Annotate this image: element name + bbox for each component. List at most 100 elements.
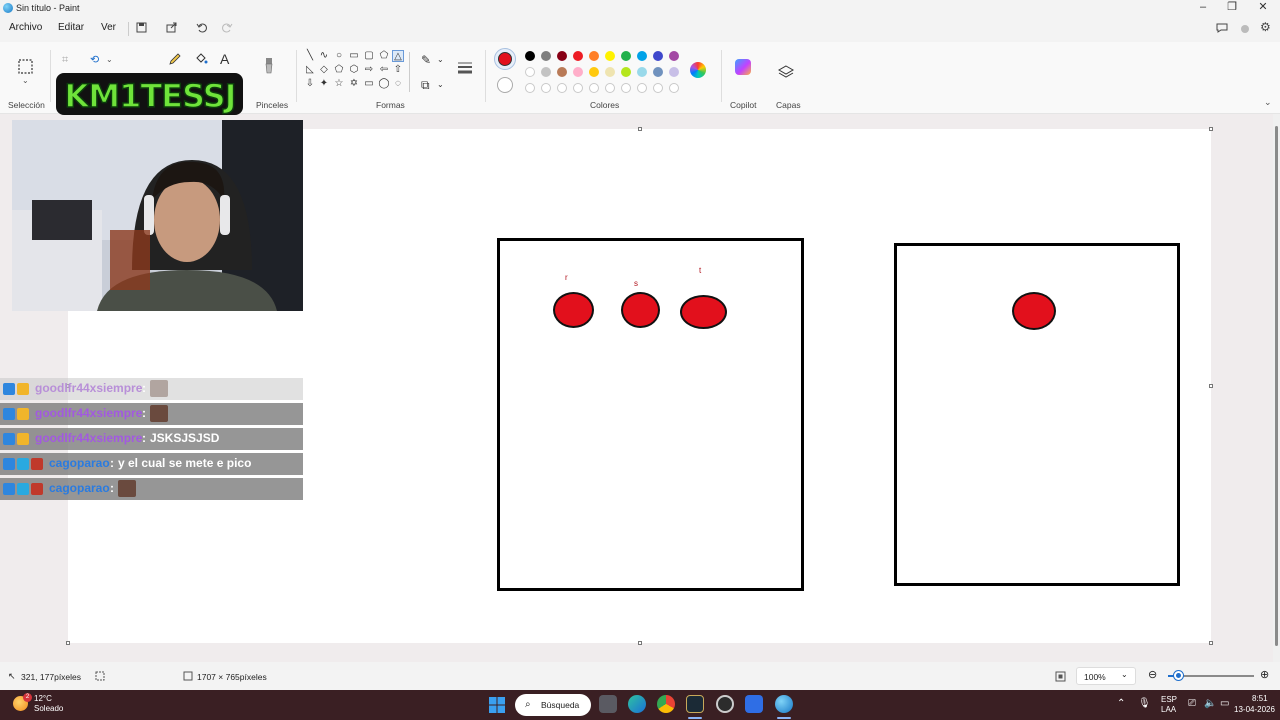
right-triangle-shape-icon[interactable]: ◺ bbox=[304, 64, 316, 76]
palette-swatch[interactable] bbox=[653, 67, 663, 77]
palette-swatch[interactable] bbox=[621, 67, 631, 77]
clock-date[interactable]: 13-04-2026 bbox=[1234, 705, 1275, 714]
zoom-dropdown[interactable]: 100% ⌄ bbox=[1076, 667, 1136, 685]
palette-swatch[interactable] bbox=[541, 67, 551, 77]
palette-swatch[interactable] bbox=[605, 51, 615, 61]
layers-icon[interactable] bbox=[778, 64, 794, 80]
gallery-scrollbar[interactable] bbox=[409, 52, 410, 92]
up-arrow-shape-icon[interactable]: ⇧ bbox=[392, 64, 404, 76]
hexagon-shape-icon[interactable]: ⬡ bbox=[348, 64, 360, 76]
custom-color-slot[interactable] bbox=[557, 83, 567, 93]
palette-swatch[interactable] bbox=[525, 67, 535, 77]
palette-swatch[interactable] bbox=[557, 51, 567, 61]
six-point-star-shape-icon[interactable]: ✡ bbox=[348, 78, 360, 90]
text-tool-icon[interactable]: A bbox=[220, 51, 229, 67]
custom-color-slot[interactable] bbox=[621, 83, 631, 93]
rotate-icon[interactable]: ⟲ bbox=[90, 52, 99, 68]
network-icon[interactable]: ⎚ bbox=[1188, 698, 1196, 709]
menu-editar[interactable]: Editar bbox=[58, 22, 84, 33]
palette-swatch[interactable] bbox=[525, 51, 535, 61]
fill-chevron-icon[interactable]: ⌄ bbox=[437, 77, 444, 93]
resize-handle-top[interactable] bbox=[638, 127, 642, 131]
palette-swatch[interactable] bbox=[653, 51, 663, 61]
brush-icon[interactable] bbox=[262, 57, 276, 75]
windows-start-icon[interactable] bbox=[489, 697, 505, 713]
copilot-icon[interactable] bbox=[735, 59, 751, 75]
resize-handle-bottom-right[interactable] bbox=[1209, 641, 1213, 645]
left-arrow-shape-icon[interactable]: ⇦ bbox=[378, 64, 390, 76]
maximize-button[interactable]: ❐ bbox=[1215, 0, 1249, 16]
zoom-out-icon[interactable]: ⊖ bbox=[1148, 668, 1157, 681]
rounded-rect-shape-icon[interactable]: ▢ bbox=[363, 50, 375, 62]
callout-oval-shape-icon[interactable]: ◯ bbox=[378, 78, 390, 90]
palette-swatch[interactable] bbox=[605, 67, 615, 77]
callout-cloud-shape-icon[interactable]: ◌ bbox=[392, 78, 404, 90]
paint-taskbar-icon[interactable] bbox=[775, 695, 793, 713]
custom-color-slot[interactable] bbox=[589, 83, 599, 93]
stroke-size-icon[interactable] bbox=[456, 60, 474, 74]
account-icon[interactable] bbox=[1241, 25, 1249, 33]
palette-swatch[interactable] bbox=[589, 67, 599, 77]
line-shape-icon[interactable]: ╲ bbox=[304, 50, 316, 62]
tray-chevron-icon[interactable]: ⌃ bbox=[1117, 698, 1125, 709]
resize-handle-bottom[interactable] bbox=[638, 641, 642, 645]
obs-icon[interactable] bbox=[716, 695, 734, 713]
zoom-slider-knob[interactable] bbox=[1174, 671, 1184, 680]
undo-icon[interactable] bbox=[196, 22, 207, 33]
fit-to-window-icon[interactable] bbox=[1055, 671, 1066, 682]
palette-swatch[interactable] bbox=[669, 67, 679, 77]
palette-swatch[interactable] bbox=[557, 67, 567, 77]
redo-icon[interactable] bbox=[222, 22, 233, 33]
selection-rect-icon[interactable] bbox=[18, 59, 34, 75]
polygon-shape-icon[interactable]: ⬠ bbox=[378, 50, 390, 62]
battery-icon[interactable]: ▭ bbox=[1220, 698, 1229, 709]
edge-icon[interactable] bbox=[628, 695, 646, 713]
menu-archivo[interactable]: Archivo bbox=[9, 22, 42, 33]
palette-swatch[interactable] bbox=[637, 67, 647, 77]
rectangle-shape-icon[interactable]: ▭ bbox=[348, 50, 360, 62]
image-chevron-icon[interactable]: ⌄ bbox=[106, 52, 113, 68]
microphone-icon[interactable]: 🎙 bbox=[1138, 698, 1151, 709]
triangle-shape-icon[interactable]: △ bbox=[392, 50, 404, 62]
fill-icon[interactable]: ⧉ bbox=[421, 77, 430, 93]
four-point-star-shape-icon[interactable]: ✦ bbox=[318, 78, 330, 90]
menu-ver[interactable]: Ver bbox=[101, 22, 116, 33]
outline-icon[interactable]: ✎ bbox=[421, 52, 431, 68]
five-point-star-shape-icon[interactable]: ☆ bbox=[333, 78, 345, 90]
app-blue-icon[interactable] bbox=[745, 695, 763, 713]
resize-handle-top-right[interactable] bbox=[1209, 127, 1213, 131]
weather-temp[interactable]: 12°C bbox=[34, 694, 52, 703]
settings-gear-icon[interactable]: ⚙ bbox=[1260, 20, 1271, 34]
volume-icon[interactable]: 🔈 bbox=[1204, 698, 1216, 709]
resize-handle-right[interactable] bbox=[1209, 384, 1213, 388]
selection-chevron-icon[interactable]: ⌄ bbox=[22, 76, 29, 85]
weather-desc[interactable]: Soleado bbox=[34, 704, 63, 713]
palette-swatch[interactable] bbox=[573, 51, 583, 61]
down-arrow-shape-icon[interactable]: ⇩ bbox=[304, 78, 316, 90]
task-view-icon[interactable] bbox=[599, 695, 617, 713]
pentagon-shape-icon[interactable]: ⬠ bbox=[333, 64, 345, 76]
language-sub[interactable]: LAA bbox=[1161, 705, 1176, 714]
clock-time[interactable]: 8:51 bbox=[1252, 694, 1268, 703]
custom-color-slot[interactable] bbox=[541, 83, 551, 93]
custom-color-slot[interactable] bbox=[525, 83, 535, 93]
save-icon[interactable] bbox=[136, 22, 147, 33]
taskbar-search-box[interactable]: ⌕ Búsqueda bbox=[515, 694, 591, 716]
scrollbar-thumb[interactable] bbox=[1275, 126, 1278, 646]
outline-chevron-icon[interactable]: ⌄ bbox=[437, 52, 444, 68]
custom-color-slot[interactable] bbox=[669, 83, 679, 93]
vertical-scrollbar[interactable] bbox=[1273, 114, 1280, 662]
pencil-icon[interactable] bbox=[168, 52, 182, 66]
secondary-color-swatch[interactable] bbox=[497, 77, 513, 93]
zoom-in-icon[interactable]: ⊕ bbox=[1260, 668, 1269, 681]
right-arrow-shape-icon[interactable]: ⇨ bbox=[363, 64, 375, 76]
share-icon[interactable] bbox=[166, 22, 177, 33]
palette-swatch[interactable] bbox=[637, 51, 647, 61]
feedback-icon[interactable] bbox=[1216, 22, 1228, 33]
callout-rect-shape-icon[interactable]: ▭ bbox=[363, 78, 375, 90]
oval-shape-icon[interactable]: ○ bbox=[333, 50, 345, 62]
custom-color-slot[interactable] bbox=[637, 83, 647, 93]
curve-shape-icon[interactable]: ∿ bbox=[318, 50, 330, 62]
ribbon-collapse-chevron-icon[interactable]: ⌄ bbox=[1264, 97, 1272, 108]
close-button[interactable]: ✕ bbox=[1246, 0, 1280, 16]
